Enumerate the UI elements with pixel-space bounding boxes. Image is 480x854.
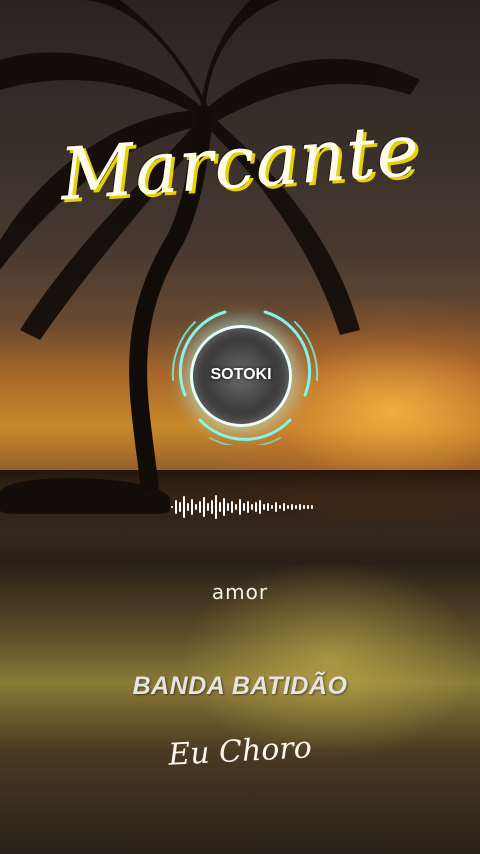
- artist-name: BANDA BATIDÃO: [132, 672, 348, 700]
- lyric-text: amor: [211, 580, 269, 604]
- video-frame: Marcante SOTOKI amor BANDA BATIDÃO Eu Ch…: [0, 0, 480, 854]
- audio-waveform: [171, 495, 313, 519]
- center-logo-disc: SOTOKI: [190, 325, 292, 427]
- producer-logo: SOTOKI: [210, 366, 272, 383]
